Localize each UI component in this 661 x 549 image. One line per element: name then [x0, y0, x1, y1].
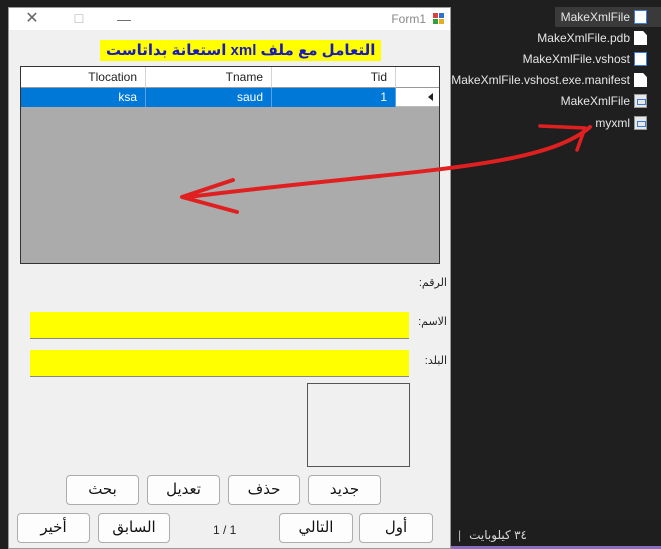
config-icon [634, 94, 647, 108]
file-item-config[interactable]: MakeXmlFile [561, 91, 661, 111]
first-button[interactable]: أول [359, 513, 433, 543]
previous-button[interactable]: السابق [98, 513, 170, 543]
file-item-pdb[interactable]: MakeXmlFile.pdb [537, 28, 661, 48]
status-separator: | [458, 528, 462, 542]
last-button[interactable]: أخير [17, 513, 90, 543]
delete-button[interactable]: حذف [228, 475, 300, 505]
header-label: التعامل مع ملف xml استعانة بداتاست [100, 40, 382, 61]
solution-explorer: MakeXmlFile MakeXmlFile.pdb MakeXmlFile.… [450, 0, 661, 549]
cell-tname[interactable]: saud [146, 88, 272, 107]
edit-button[interactable]: تعديل [147, 475, 220, 505]
file-item-manifest[interactable]: MakeXmlFile.vshost.exe.manifest [451, 70, 661, 90]
title-bar: ✕ ☐ — Form1 [9, 8, 450, 30]
form-icon [433, 13, 445, 25]
file-icon [634, 31, 647, 45]
file-name: MakeXmlFile.vshost [522, 52, 630, 66]
window-title: Form1 [391, 12, 426, 26]
picture-box [307, 383, 410, 467]
file-name: MakeXmlFile [560, 94, 630, 108]
file-name: MakeXmlFile.vshost.exe.manifest [451, 73, 630, 87]
next-button[interactable]: التالي [279, 513, 353, 543]
number-label: الرقم: [418, 277, 447, 289]
form-window: ✕ ☐ — Form1 التعامل مع ملف xml استعانة ب… [8, 7, 451, 549]
minimize-button[interactable]: — [109, 8, 139, 30]
row-header-corner [396, 67, 439, 88]
close-button[interactable]: ✕ [17, 8, 47, 30]
file-name: MakeXmlFile [560, 10, 630, 24]
current-row-icon [428, 93, 433, 101]
file-icon [634, 73, 647, 87]
country-input[interactable] [30, 350, 409, 377]
country-label: البلد: [424, 355, 447, 367]
new-button[interactable]: جديد [308, 475, 381, 505]
name-label: الاسم: [418, 316, 447, 328]
file-item-vshost[interactable]: MakeXmlFile.vshost [523, 49, 661, 69]
window-icon [634, 52, 647, 66]
status-bar: ٣٤ كيلوبايت | [450, 521, 661, 549]
cell-tlocation[interactable]: ksa [21, 88, 146, 107]
cell-tid[interactable]: 1 [272, 88, 396, 107]
column-header-tlocation[interactable]: Tlocation [21, 67, 146, 88]
file-name: MakeXmlFile.pdb [537, 31, 630, 45]
column-header-tname[interactable]: Tname [146, 67, 272, 88]
file-item-myxml[interactable]: myxml [595, 113, 661, 133]
column-header-tid[interactable]: Tid [272, 67, 396, 88]
file-name: myxml [595, 116, 630, 130]
file-item-makexmlfile[interactable]: MakeXmlFile [554, 7, 661, 27]
row-selector[interactable] [396, 88, 439, 107]
file-size-text: ٣٤ كيلوبايت [469, 528, 527, 542]
config-icon [634, 116, 647, 130]
pager-text: 1 / 1 [213, 523, 237, 537]
search-button[interactable]: بحث [66, 475, 139, 505]
window-icon [634, 10, 647, 24]
maximize-button[interactable]: ☐ [64, 8, 94, 30]
data-grid[interactable]: Tlocation Tname Tid ksa saud 1 [20, 66, 440, 264]
name-input[interactable] [30, 312, 409, 339]
